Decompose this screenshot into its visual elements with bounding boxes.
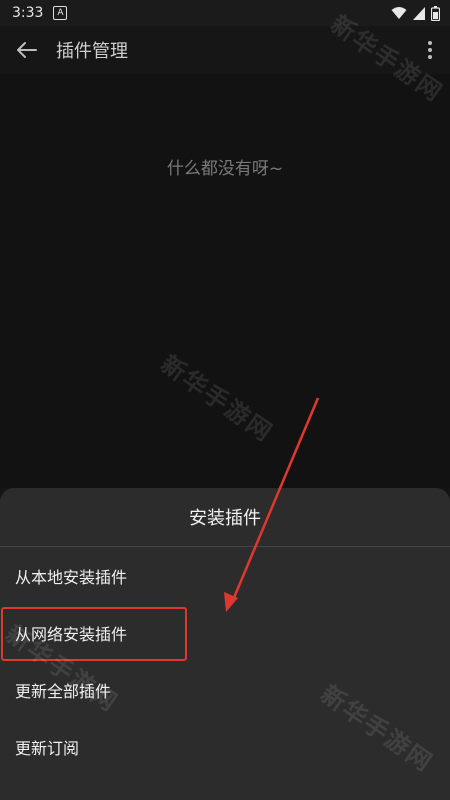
arrow-left-icon xyxy=(17,42,37,58)
back-button[interactable] xyxy=(2,26,52,74)
signal-icon xyxy=(413,6,425,20)
more-vert-icon xyxy=(428,41,432,59)
battery-icon xyxy=(431,5,440,21)
wifi-icon xyxy=(391,7,407,19)
status-time: 3:33 xyxy=(12,5,44,21)
page-title: 插件管理 xyxy=(56,41,128,62)
notification-icon: A xyxy=(53,6,68,20)
sheet-title: 安装插件 xyxy=(189,508,261,529)
status-icons xyxy=(391,5,440,21)
modal-scrim[interactable] xyxy=(0,74,450,488)
install-local-option[interactable]: 从本地安装插件 xyxy=(0,547,450,604)
status-bar: 3:33 A xyxy=(0,0,450,26)
